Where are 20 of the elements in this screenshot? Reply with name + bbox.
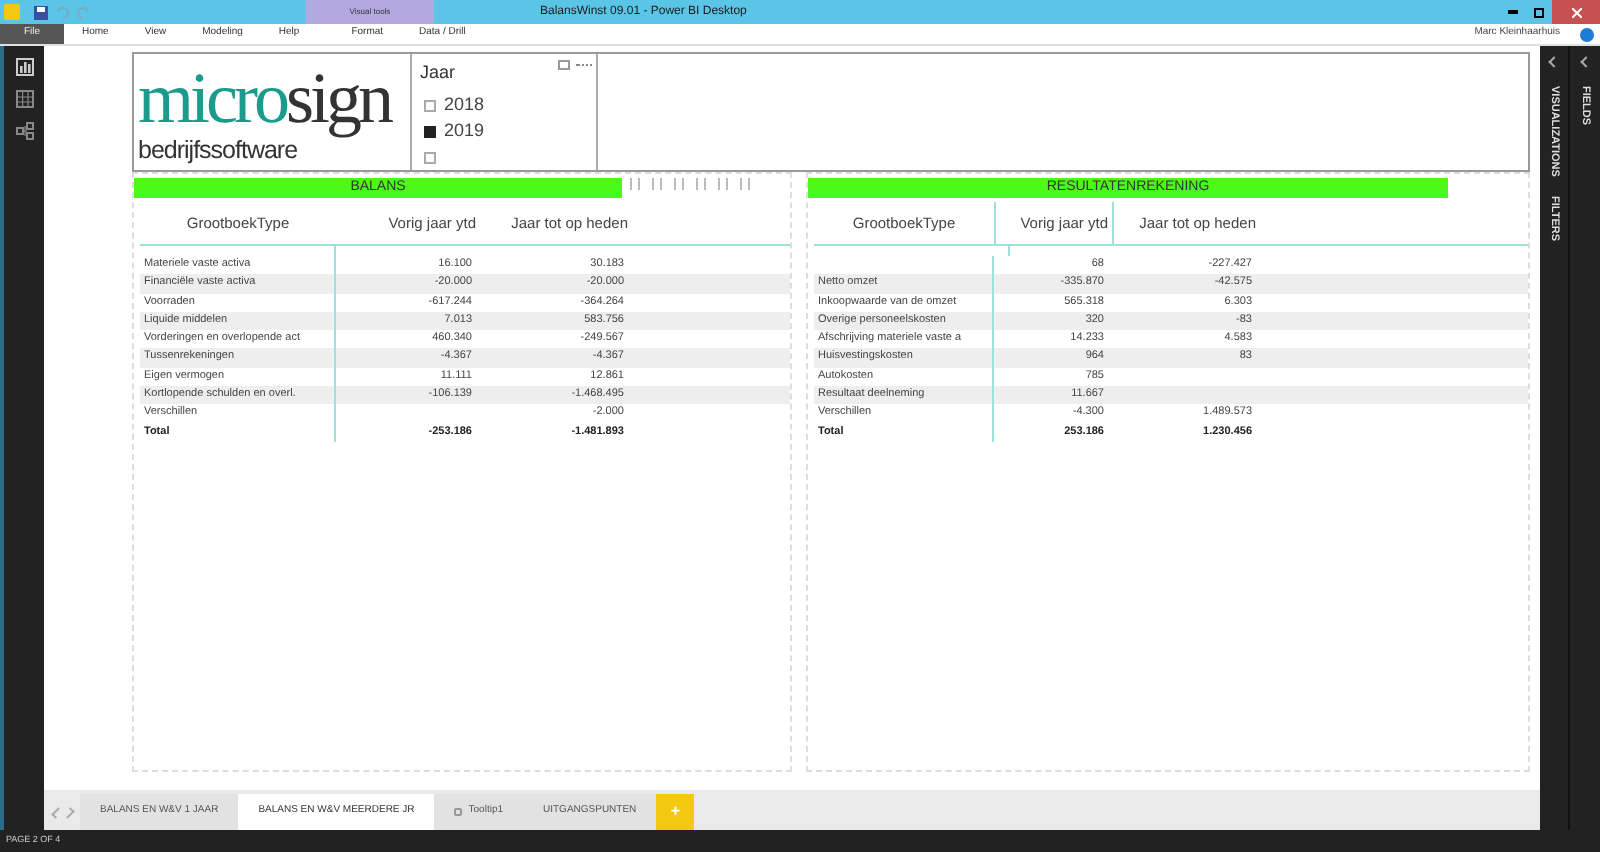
collapse-icon[interactable] — [1579, 56, 1591, 68]
logo-wordmark: microsign — [138, 58, 390, 138]
checkbox[interactable] — [424, 99, 436, 111]
close-button[interactable] — [1552, 0, 1600, 24]
next-page-icon[interactable] — [62, 806, 74, 818]
collapse-icon[interactable] — [1548, 56, 1560, 68]
slicer-item-label[interactable]: 2018 — [444, 91, 485, 119]
model-icon[interactable] — [15, 122, 33, 140]
tooltip-icon — [454, 808, 463, 816]
report-icon[interactable] — [15, 58, 33, 76]
save-icon[interactable] — [34, 5, 48, 19]
table-icon[interactable] — [15, 90, 33, 108]
slicer-title: Jaar — [420, 60, 456, 86]
close-icon — [1571, 7, 1581, 17]
checkbox[interactable] — [424, 151, 436, 163]
slicer-item-label[interactable]: 2019 — [444, 117, 485, 145]
checkbox[interactable] — [424, 125, 436, 137]
logo-subtitle: bedrijfssoftware — [138, 138, 298, 164]
help-icon[interactable] — [1580, 27, 1594, 41]
previous-page-icon[interactable] — [50, 806, 62, 818]
